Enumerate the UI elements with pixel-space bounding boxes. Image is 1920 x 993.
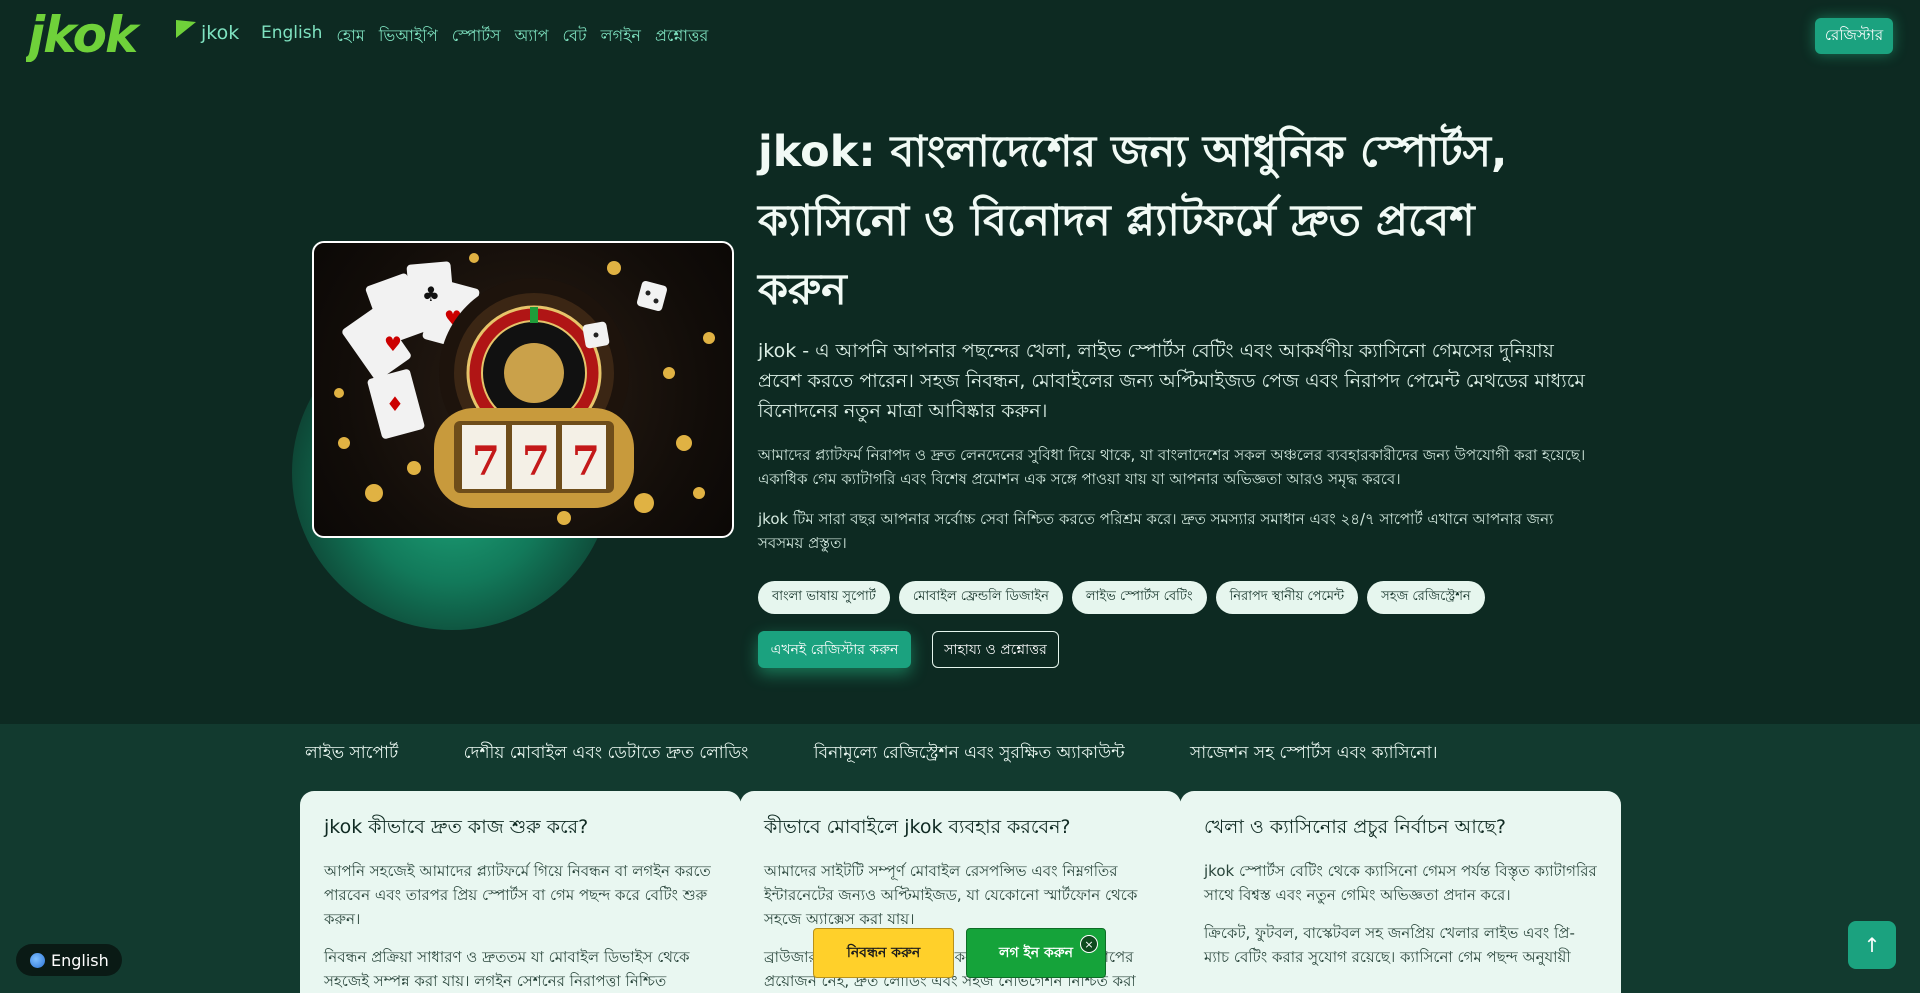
main-nav: English হোম ভিআইপি স্পোর্টস অ্যাপ বেট লগ… (261, 23, 722, 50)
language-switcher[interactable]: English (16, 944, 122, 976)
nav-bet[interactable]: বেট (563, 23, 587, 50)
ticker-item: বিনামূল্যে রেজিস্ট্রেশন এবং সুরক্ষিত অ্য… (813, 743, 1125, 763)
card-title: jkok কীভাবে দ্রুত কাজ শুরু করে? (324, 816, 589, 838)
brand-name[interactable]: jkok (201, 22, 239, 44)
ticker-item: সাজেশন সহ স্পোর্টস এবং ক্যাসিনো। (1190, 743, 1438, 763)
hero-paragraph-1: আমাদের প্ল্যাটফর্ম নিরাপদ ও দ্রুত লেনদেন… (758, 446, 1586, 488)
card-text: jkok স্পোর্টস বেটিং থেকে ক্যাসিনো গেমস প… (1204, 862, 1597, 904)
card-text: আপনি সহজেই আমাদের প্ল্যাটফর্মে গিয়ে নিব… (324, 862, 711, 928)
register-button[interactable]: রেজিস্টার (1815, 18, 1893, 54)
hero-title: jkok: বাংলাদেশের জন্য আধুনিক স্পোর্টস, ক… (758, 127, 1508, 315)
hero-lead: jkok - এ আপনি আপনার পছন্দের খেলা, লাইভ স… (758, 340, 1585, 422)
svg-text:7: 7 (472, 438, 500, 485)
svg-text:♣: ♣ (422, 282, 440, 306)
nav-faq[interactable]: প্রশ্নোত্তর (655, 23, 708, 50)
site-header: jkok jkok English হোম ভিআইপি স্পোর্টস অ্… (0, 0, 1920, 70)
ticker-item: দেশীয় মোবাইল এবং ডেটাতে দ্রুত লোডিং (463, 743, 749, 763)
faq-card-mobile: কীভাবে মোবাইলে jkok ব্যবহার করবেন? আমাদে… (740, 791, 1181, 993)
scroll-to-top-button[interactable]: ↑ (1848, 921, 1896, 969)
chip-bangla-support: বাংলা ভাষায় সুপোর্ট (758, 581, 890, 614)
nav-english[interactable]: English (261, 23, 322, 50)
nav-home[interactable]: হোম (336, 23, 364, 50)
chip-secure-payment: নিরাপদ স্থানীয় পেমেন্ট (1215, 581, 1359, 614)
card-title: কীভাবে মোবাইলে jkok ব্যবহার করবেন? (764, 816, 1071, 838)
faq-card-quick-start: jkok কীভাবে দ্রুত কাজ শুরু করে? আপনি সহজ… (300, 791, 741, 993)
svg-text:♥: ♥ (384, 332, 402, 356)
nav-login[interactable]: লগইন (601, 23, 641, 50)
chip-live-sports: লাইভ স্পোর্টস বেটিং (1071, 581, 1207, 614)
ticker-item: লাইভ সাপোর্ট (305, 743, 399, 763)
jkok-logo[interactable]: jkok (26, 8, 196, 62)
nav-app[interactable]: অ্যাপ (515, 23, 549, 50)
card-title: খেলা ও ক্যাসিনোর প্রচুর নির্বাচন আছে? (1204, 816, 1507, 838)
card-text: ক্রিকেট, ফুটবল, বাস্কেটবল সহ জনপ্রিয় খে… (1204, 924, 1575, 966)
register-now-button[interactable]: এখনই রেজিস্টার করুন (758, 631, 911, 668)
feature-ticker: লাইভ সাপোর্ট দেশীয় মোবাইল এবং ডেটাতে দ্… (305, 740, 1510, 764)
slot-reels-icon: 7 7 7 (434, 408, 634, 508)
chip-mobile-friendly: মোবাইল ফ্রেন্ডলি ডিজাইন (898, 581, 1063, 614)
svg-text:7: 7 (572, 438, 600, 485)
nav-vip[interactable]: ভিআইপি (379, 23, 438, 50)
hero-paragraph-2: jkok টিম সারা বছর আপনার সর্বোচ্চ সেবা নি… (758, 510, 1554, 552)
help-faq-button[interactable]: সাহায্য ও প্রশ্নোত্তর (932, 631, 1059, 668)
nav-sports[interactable]: স্পোর্টস (452, 23, 501, 50)
close-icon[interactable]: × (1080, 935, 1098, 953)
svg-text:7: 7 (522, 438, 550, 485)
globe-icon (30, 952, 45, 968)
faq-card-games: খেলা ও ক্যাসিনোর প্রচুর নির্বাচন আছে? jk… (1180, 791, 1621, 993)
chip-easy-registration: সহজ রেজিস্ট্রেশন (1367, 581, 1485, 614)
card-text: আমাদের সাইটটি সম্পূর্ণ মোবাইল রেসপন্সিভ … (764, 862, 1138, 928)
feature-chips: বাংলা ভাষায় সুপোর্ট মোবাইল ফ্রেন্ডলি ডি… (758, 581, 1485, 614)
language-label: English (51, 950, 109, 970)
svg-text:♦: ♦ (386, 392, 404, 416)
casino-roulette-slot-image: ♥ ♣ ♥ ♦ 7 7 7 (312, 241, 734, 538)
sticky-register-button[interactable]: নিবন্ধন করুন (813, 928, 954, 978)
card-text: নিবন্ধন প্রক্রিয়া সাধারণ ও দ্রুততম যা ম… (324, 948, 690, 990)
svg-text:jkok: jkok (26, 8, 141, 62)
